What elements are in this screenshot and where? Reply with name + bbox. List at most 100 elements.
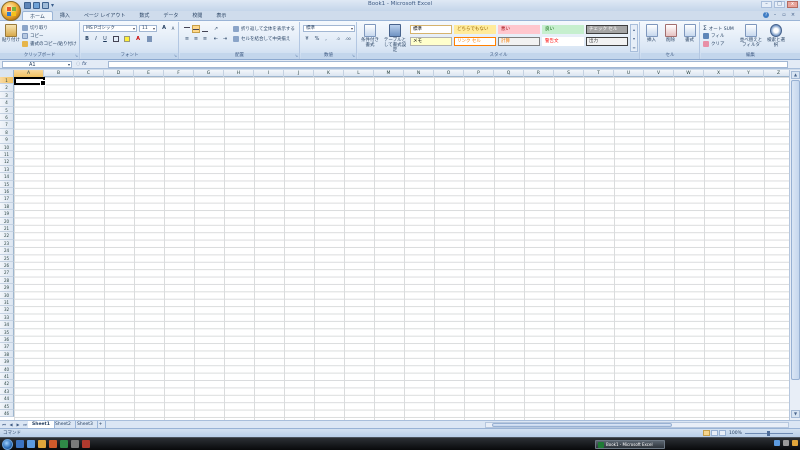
redo-icon[interactable] [42,2,49,9]
row-header[interactable]: 10 [0,143,14,151]
column-header[interactable]: J [284,70,314,77]
app-icon[interactable] [16,440,24,448]
prev-sheet-icon[interactable]: ◀ [8,421,14,428]
workbook-restore-icon[interactable]: ▫ [781,12,787,18]
column-header[interactable]: P [464,70,494,77]
row-header[interactable]: 37 [0,343,14,351]
cell-style-option[interactable]: 良い [542,25,584,34]
column-header[interactable]: A [14,70,44,77]
row-header[interactable]: 14 [0,173,14,181]
align-center-button[interactable]: ≡ [192,35,200,43]
help-icon[interactable]: ? [763,12,769,18]
cell-style-option[interactable]: メモ [410,37,452,46]
zoom-slider-thumb[interactable] [767,431,770,436]
currency-button[interactable]: ¥ [303,35,311,43]
row-header[interactable]: 45 [0,402,14,410]
row-header[interactable]: 35 [0,328,14,336]
taskbar-excel-window[interactable]: Book1 - Microsoft Excel [595,440,665,449]
app-icon[interactable] [60,440,68,448]
first-sheet-icon[interactable]: ⏮ [1,421,7,428]
column-header[interactable]: Q [494,70,524,77]
column-header[interactable]: X [704,70,734,77]
active-cell[interactable] [14,77,46,86]
format-painter-button[interactable]: 書式のコピー/貼り付け [22,41,77,47]
column-header[interactable]: C [74,70,104,77]
office-button[interactable] [1,1,21,21]
app-icon[interactable] [38,440,46,448]
column-header[interactable]: N [404,70,434,77]
grow-font-button[interactable]: A [160,24,168,32]
column-header[interactable]: V [644,70,674,77]
maximize-button[interactable]: □ [774,1,785,8]
row-header[interactable]: 30 [0,291,14,299]
row-header[interactable]: 43 [0,387,14,396]
row-header[interactable]: 25 [0,254,14,262]
row-header[interactable]: 19 [0,210,14,218]
row-header[interactable]: 2 [0,84,14,92]
row-header[interactable]: 13 [0,165,14,174]
column-header[interactable]: H [224,70,254,77]
app-icon[interactable] [49,440,57,448]
row-header[interactable]: 44 [0,395,14,403]
increase-indent-button[interactable]: ⇥ [221,35,229,43]
comma-button[interactable]: , [322,35,330,43]
tray-icon[interactable] [783,440,789,446]
row-header[interactable]: 42 [0,380,14,388]
align-middle-button[interactable] [192,25,200,33]
app-icon[interactable] [71,440,79,448]
find-select-button[interactable]: 検索と選択 [765,24,787,48]
insert-sheet-button[interactable]: + [96,421,106,428]
row-header[interactable]: 31 [0,299,14,307]
row-header[interactable]: 9 [0,136,14,144]
scroll-up-icon[interactable]: ▲ [791,71,800,79]
tab-page-layout[interactable]: ページ レイアウト [77,11,133,20]
borders-button[interactable] [112,35,120,43]
row-header[interactable]: 36 [0,336,14,344]
format-as-table-button[interactable]: テーブルとして書式設定 [383,24,407,53]
orientation-button[interactable]: ↗ [212,25,220,33]
row-header[interactable]: 5 [0,106,14,114]
save-icon[interactable] [24,2,31,9]
tab-formulas[interactable]: 数式 [132,11,156,20]
cell-style-option[interactable]: どちらでもない [454,25,496,34]
decrease-decimal-button[interactable]: .00 [344,35,352,43]
styles-gallery-scroll[interactable]: ▴ ▾ ≡ [630,24,638,52]
row-header[interactable]: 11 [0,151,14,159]
column-header[interactable]: K [314,70,344,77]
conditional-format-button[interactable]: 条件付き書式 [359,24,381,48]
cell-style-option[interactable]: 警告文 [542,37,584,46]
align-left-button[interactable]: ≡ [183,35,191,43]
column-header[interactable]: Y [734,70,764,77]
phonetic-button[interactable] [145,35,153,43]
row-header[interactable]: 26 [0,262,14,270]
vertical-scrollbar[interactable]: ▲ ▼ [789,70,800,420]
column-header[interactable]: U [614,70,644,77]
row-header[interactable]: 4 [0,99,14,107]
merge-center-button[interactable]: セルを結合して中央揃え [233,36,290,42]
row-header[interactable]: 38 [0,350,14,359]
decrease-indent-button[interactable]: ⇤ [212,35,220,43]
normal-view-button[interactable] [703,430,710,436]
row-header[interactable]: 18 [0,202,14,211]
column-header[interactable]: F [164,70,194,77]
column-header[interactable]: D [104,70,134,77]
column-header[interactable]: E [134,70,164,77]
row-header[interactable]: 32 [0,306,14,314]
column-header[interactable]: O [434,70,464,77]
font-name-combo[interactable]: MS Pゴシック ▾ [83,25,137,32]
row-header[interactable]: 20 [0,217,14,225]
column-header[interactable]: I [254,70,284,77]
row-header[interactable]: 3 [0,91,14,100]
row-header[interactable]: 21 [0,225,14,233]
start-button[interactable] [2,439,13,450]
undo-icon[interactable] [33,2,40,9]
column-header[interactable]: Z [764,70,789,77]
delete-cells-button[interactable]: 削除 [662,24,679,43]
align-right-button[interactable]: ≡ [201,35,209,43]
zoom-level[interactable]: 100% [729,430,742,437]
tray-icon[interactable] [774,440,780,446]
tab-review[interactable]: 校閲 [185,11,209,20]
number-launcher-icon[interactable]: ↘ [352,53,355,58]
align-bottom-button[interactable] [201,25,209,33]
formula-input[interactable] [108,61,788,68]
